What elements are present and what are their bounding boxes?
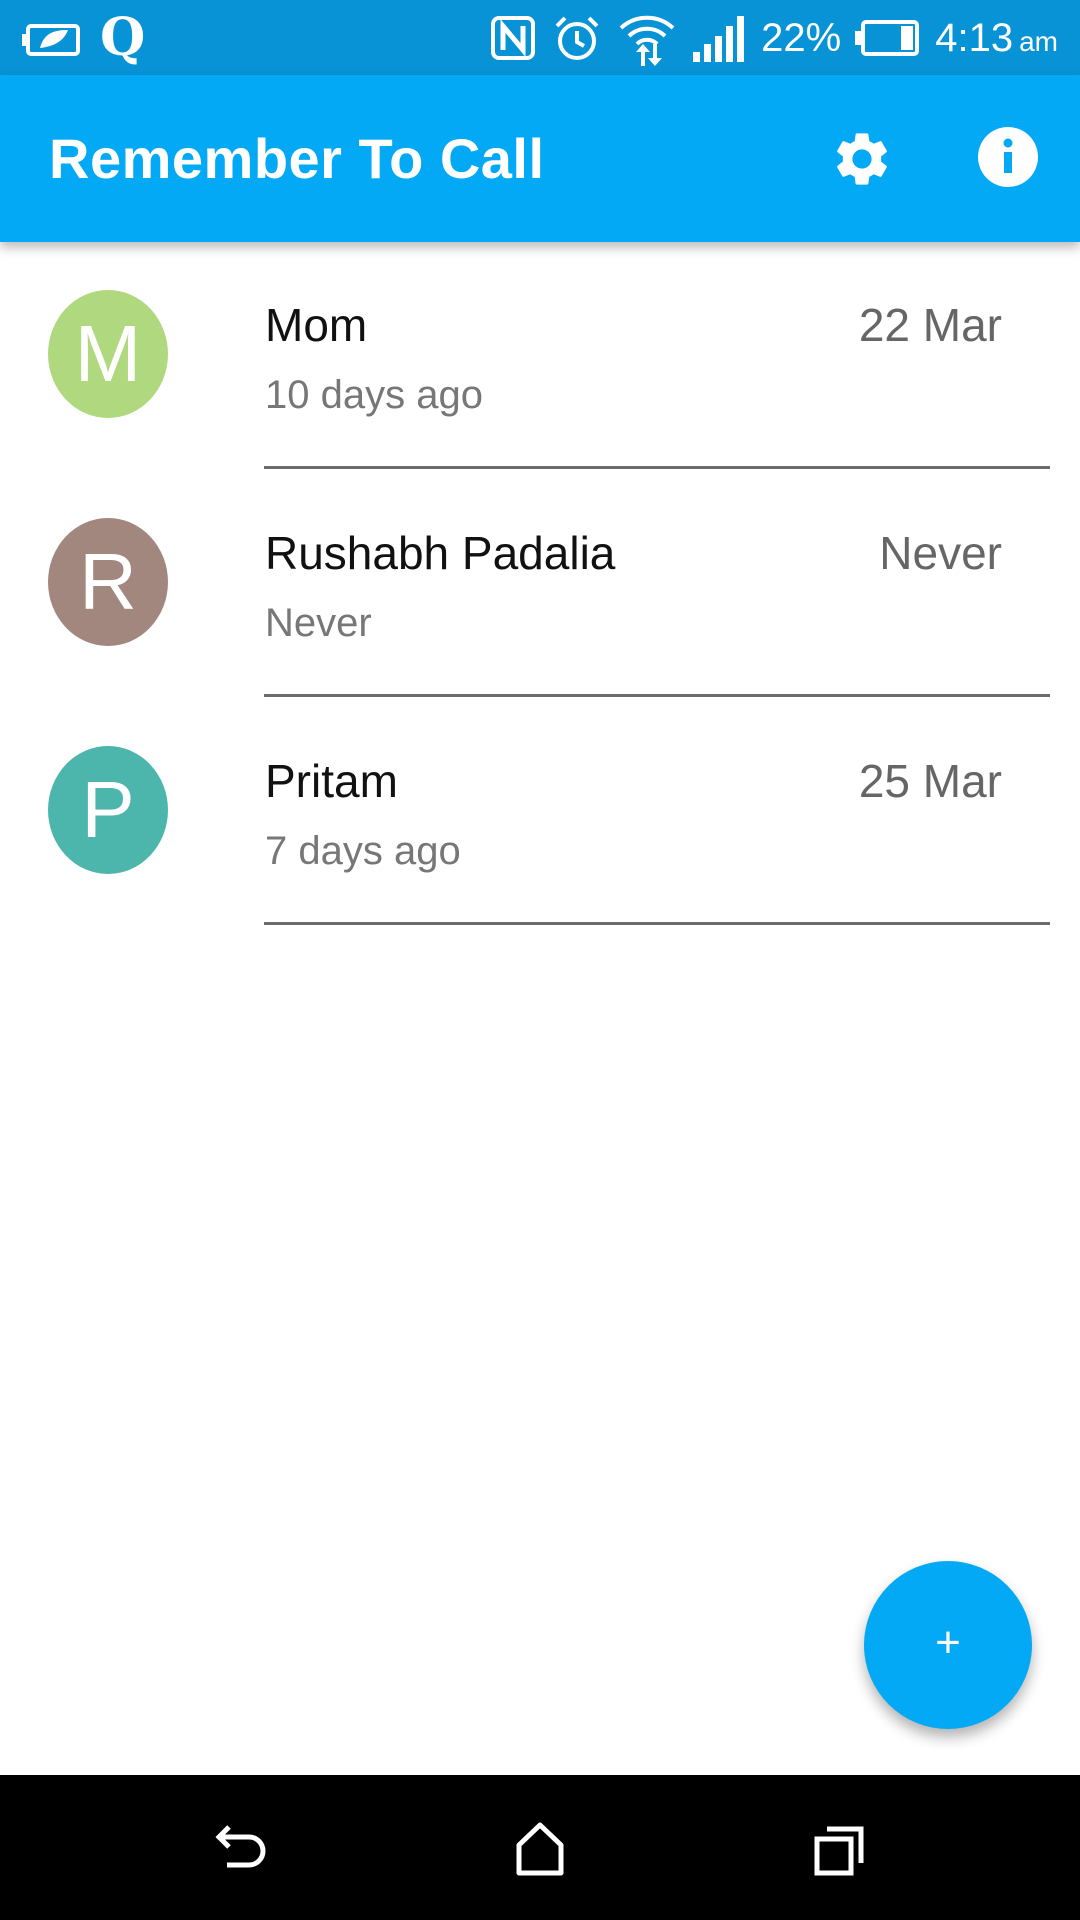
info-icon <box>978 127 1038 187</box>
row-divider <box>264 466 1050 469</box>
back-button[interactable] <box>205 1815 275 1885</box>
add-icon: + <box>935 1618 961 1667</box>
app-title: Remember To Call <box>49 127 545 190</box>
app-bar: Remember To Call <box>0 75 1080 242</box>
status-bar: Q 22% 4:13 am <box>0 0 1080 75</box>
nfc-icon <box>491 16 536 60</box>
clock-ampm: am <box>1019 25 1058 57</box>
alarm-icon <box>555 16 599 60</box>
contact-row[interactable]: P Pritam 25 Mar 7 days ago <box>0 698 1080 926</box>
recents-button[interactable] <box>805 1815 875 1885</box>
settings-button[interactable] <box>830 127 894 191</box>
info-button[interactable] <box>978 127 1038 187</box>
battery-saver-icon <box>22 24 80 56</box>
contact-row[interactable]: R Rushabh Padalia Never Never <box>0 470 1080 698</box>
settings-icon <box>837 133 887 185</box>
home-button[interactable] <box>505 1815 575 1885</box>
last-call-date: Never <box>879 527 1002 579</box>
add-contact-button[interactable]: + <box>864 1561 1032 1729</box>
last-call-ago: 10 days ago <box>265 373 483 417</box>
recents-icon <box>814 1826 864 1876</box>
contact-name: Pritam <box>265 755 398 807</box>
contact-row[interactable]: M Mom 22 Mar 10 days ago <box>0 242 1080 470</box>
last-call-ago: 7 days ago <box>265 829 461 873</box>
row-divider <box>264 694 1050 697</box>
contact-name: Rushabh Padalia <box>265 527 616 579</box>
clock: 4:13 am <box>935 16 1058 61</box>
avatar: P <box>48 746 168 874</box>
row-divider <box>264 922 1050 925</box>
navigation-bar <box>0 1775 1080 1920</box>
last-call-date: 22 Mar <box>858 299 1002 351</box>
home-icon <box>516 1822 564 1876</box>
back-icon <box>215 1825 266 1868</box>
avatar: R <box>48 518 168 646</box>
battery-percent: 22% <box>761 15 842 60</box>
q-app-icon: Q <box>100 7 146 68</box>
last-call-ago: Never <box>265 601 372 645</box>
last-call-date: 25 Mar <box>858 755 1002 807</box>
clock-time: 4:13 <box>935 15 1014 60</box>
signal-icon <box>693 16 745 62</box>
wifi-icon <box>619 15 675 66</box>
battery-icon <box>855 20 920 56</box>
contact-name: Mom <box>265 299 368 351</box>
avatar: M <box>48 290 168 418</box>
